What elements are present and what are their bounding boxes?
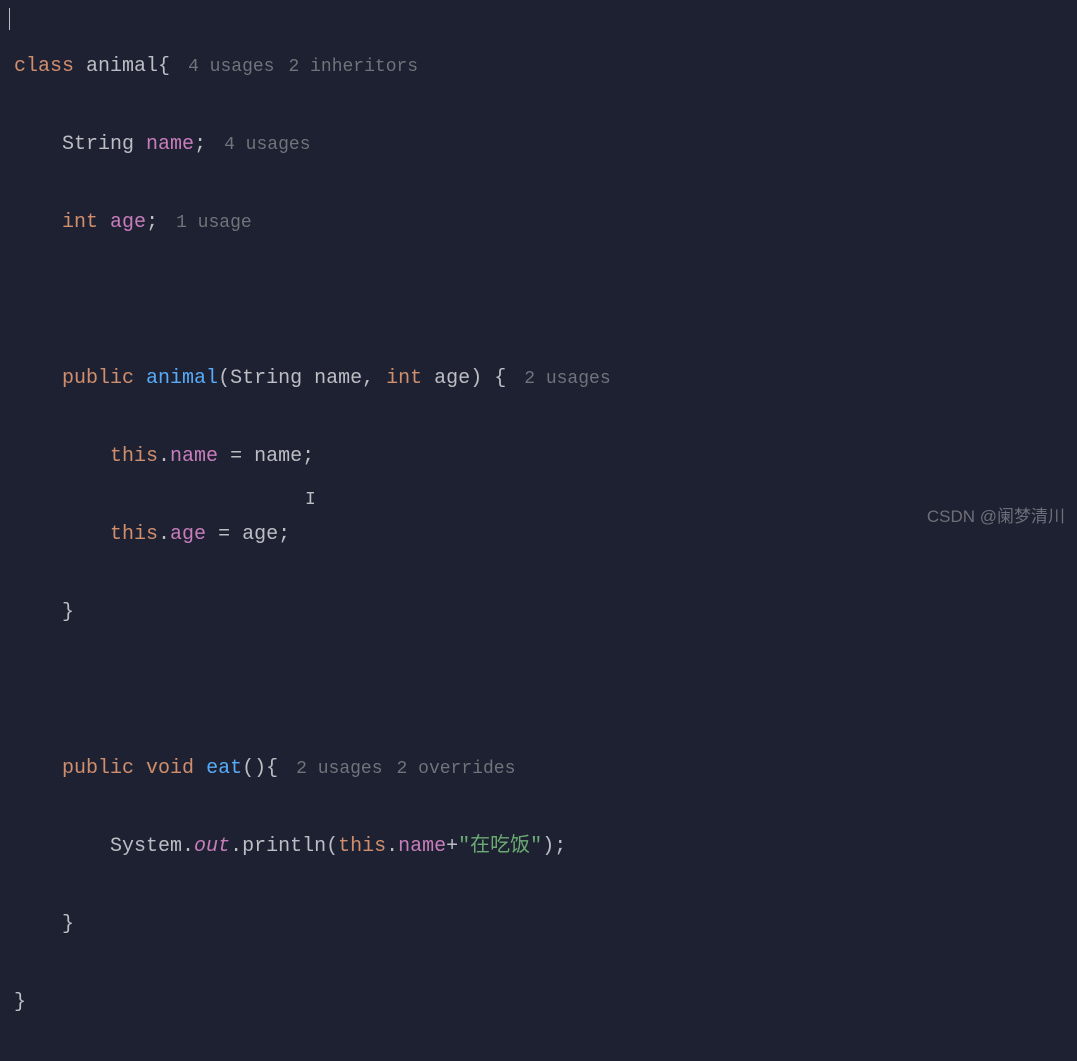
semicolon: ; xyxy=(554,835,566,858)
code-line[interactable]: this.age = age; xyxy=(14,515,1063,554)
paren-close: ) xyxy=(542,835,554,858)
code-line[interactable]: public animal(String name, int age) {2 u… xyxy=(14,359,1063,398)
var-ref: name xyxy=(254,445,302,468)
constructor-name: animal xyxy=(146,367,218,390)
semicolon: ; xyxy=(194,133,206,156)
class-ref: System xyxy=(110,835,182,858)
paren-open: ( xyxy=(326,835,338,858)
brace-close: } xyxy=(62,913,74,936)
assign: = xyxy=(206,523,242,546)
return-type: void xyxy=(146,757,194,780)
code-line[interactable]: String name; 4 usages xyxy=(14,125,1063,164)
brace-open: { xyxy=(482,367,506,390)
comma: , xyxy=(362,367,386,390)
field-age: age xyxy=(110,211,146,234)
semicolon: ; xyxy=(302,445,314,468)
dot: . xyxy=(158,445,170,468)
dot: . xyxy=(182,835,194,858)
code-editor[interactable]: class animal{4 usages2 inheritors String… xyxy=(14,8,1063,1061)
semicolon: ; xyxy=(278,523,290,546)
brace-open: { xyxy=(158,55,170,78)
modifier-public: public xyxy=(62,757,134,780)
code-line[interactable]: class animal{4 usages 2 inheritors xyxy=(14,47,1063,86)
this-keyword: this xyxy=(338,835,386,858)
code-line[interactable]: } xyxy=(14,905,1063,944)
keyword-class: class xyxy=(14,55,74,78)
field-name: name xyxy=(146,133,194,156)
code-line[interactable]: this.name = name; xyxy=(14,437,1063,476)
inlay-hint-usages[interactable]: 1 usage xyxy=(176,213,252,233)
paren-open: ( xyxy=(218,367,230,390)
method-name: eat xyxy=(206,757,242,780)
var-ref: age xyxy=(242,523,278,546)
dot: . xyxy=(230,835,242,858)
modifier-public: public xyxy=(62,367,134,390)
paren-close: ) xyxy=(470,367,482,390)
this-keyword: this xyxy=(110,523,158,546)
method-call: println xyxy=(242,835,326,858)
code-line[interactable]: int age; 1 usage xyxy=(14,203,1063,242)
semicolon: ; xyxy=(146,211,158,234)
this-keyword: this xyxy=(110,445,158,468)
code-line[interactable]: } xyxy=(14,593,1063,632)
param-name: age xyxy=(434,367,470,390)
type-int: int xyxy=(62,211,98,234)
param-name: name xyxy=(314,367,362,390)
inlay-hint-inheritors[interactable]: 2 inheritors xyxy=(288,57,418,77)
inlay-hint-usages[interactable]: 2 usages xyxy=(296,759,382,779)
brace-open: { xyxy=(266,757,278,780)
code-line-empty[interactable] xyxy=(14,671,1063,710)
plus: + xyxy=(446,835,458,858)
class-name: animal xyxy=(86,55,158,78)
inlay-hint-usages[interactable]: 4 usages xyxy=(224,135,310,155)
field-ref: age xyxy=(170,523,206,546)
field-ref: name xyxy=(398,835,446,858)
code-line[interactable]: System.out.println(this.name+"在吃饭"); xyxy=(14,827,1063,866)
parens: () xyxy=(242,757,266,780)
assign: = xyxy=(218,445,254,468)
inlay-hint-overrides[interactable]: 2 overrides xyxy=(397,759,516,779)
param-type: String xyxy=(230,367,302,390)
watermark: CSDN @阑梦清川 xyxy=(927,500,1065,533)
param-type: int xyxy=(386,367,422,390)
brace-close: } xyxy=(14,991,26,1014)
dot: . xyxy=(386,835,398,858)
text-cursor-icon: I xyxy=(305,483,306,501)
dot: . xyxy=(158,523,170,546)
code-line[interactable]: public void eat(){2 usages 2 overrides xyxy=(14,749,1063,788)
brace-close: } xyxy=(62,601,74,624)
static-field-out: out xyxy=(194,835,230,858)
inlay-hint-usages[interactable]: 2 usages xyxy=(524,369,610,389)
field-ref: name xyxy=(170,445,218,468)
code-line-empty[interactable] xyxy=(14,281,1063,320)
string-literal: "在吃饭" xyxy=(458,835,542,858)
type-string: String xyxy=(62,133,134,156)
code-line[interactable]: } xyxy=(14,983,1063,1022)
text-caret xyxy=(9,8,10,30)
inlay-hint-usages[interactable]: 4 usages xyxy=(188,57,274,77)
